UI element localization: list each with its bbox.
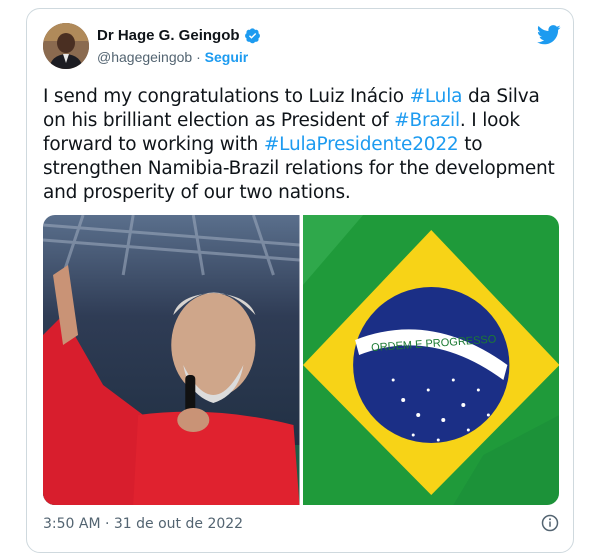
avatar[interactable] [43, 23, 89, 69]
tweet-text: I send my congratulations to Luiz Inácio… [43, 85, 563, 205]
tweet-card: Dr Hage G. Geingob @hagegeingob · Seguir… [26, 8, 574, 553]
follow-button[interactable]: Seguir [205, 49, 249, 65]
separator-dot: · [192, 49, 205, 65]
info-icon[interactable] [541, 514, 559, 532]
verified-icon [244, 28, 260, 44]
twitter-logo-icon[interactable] [537, 25, 561, 45]
timestamp[interactable]: 3:50 AM · 31 de out de 2022 [43, 516, 243, 532]
tweet-text-segment: I send my congratulations to Luiz Inácio [43, 86, 410, 107]
hashtag-link[interactable]: #Brazil [394, 110, 460, 131]
author-name[interactable]: Dr Hage G. Geingob [97, 27, 240, 44]
photo-speaker[interactable] [43, 215, 300, 505]
hashtag-link[interactable]: #Lula [410, 86, 463, 107]
hashtag-link[interactable]: #LulaPresidente2022 [264, 134, 459, 155]
photo-flag[interactable]: ORDEM E PROGRESSO [302, 215, 559, 505]
author-handle[interactable]: @hagegeingob [97, 49, 192, 65]
tweet-media[interactable]: ORDEM E PROGRESSO [43, 215, 559, 505]
